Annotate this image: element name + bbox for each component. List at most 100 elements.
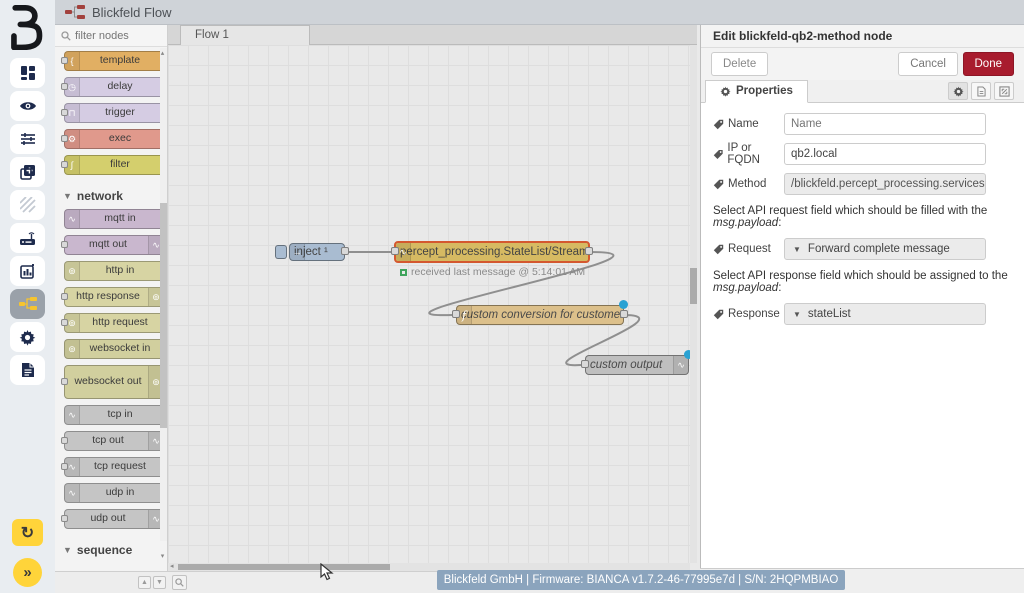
delete-button[interactable]: Delete xyxy=(711,52,768,76)
node-changed-indicator xyxy=(619,300,628,309)
chart-button[interactable] xyxy=(10,256,45,286)
edit-node-panel: Edit blickfeld-qb2-method node Delete Ca… xyxy=(700,25,1024,568)
device-button[interactable] xyxy=(10,223,45,253)
left-icon-rail: ↻ » xyxy=(0,0,55,593)
palette-node-udp-out[interactable]: ∿udp out xyxy=(64,509,160,529)
palette-collapse-up-button[interactable]: ▲ xyxy=(138,576,151,589)
palette-node-http-in[interactable]: ⊚http in xyxy=(64,261,160,281)
palette-scrollbar-thumb[interactable] xyxy=(160,203,167,428)
done-button[interactable]: Done xyxy=(963,52,1015,76)
palette-node-websocket-out[interactable]: ⊚websocket out xyxy=(64,365,160,399)
app-window: ↻ » Blickfeld Flow {template ◷delay ⊓trigg… xyxy=(0,0,1024,593)
vertical-scroll-thumb[interactable] xyxy=(690,268,697,304)
request-help-text: Select API request field which should be… xyxy=(713,205,1012,229)
node-input-port[interactable] xyxy=(452,310,460,318)
name-input[interactable] xyxy=(784,113,986,135)
node-output-port[interactable] xyxy=(341,247,349,255)
copy-plus-icon xyxy=(20,164,36,180)
flow-node-percept[interactable]: ∿percept_processing.StateList/Stream xyxy=(394,241,590,263)
canvas-vertical-scrollbar[interactable] xyxy=(690,45,697,563)
response-select[interactable]: ▼stateList xyxy=(784,303,986,325)
pattern-button[interactable] xyxy=(10,190,45,220)
tag-icon xyxy=(713,179,724,190)
palette-collapse-down-button[interactable]: ▼ xyxy=(153,576,166,589)
palette-node-mqtt-in[interactable]: ∿mqtt in xyxy=(64,209,160,229)
flow-node-out[interactable]: ∿custom output xyxy=(585,355,689,375)
flow-editor-button[interactable] xyxy=(10,289,45,319)
zoom-search-button[interactable] xyxy=(172,575,187,590)
app-title: Blickfeld Flow xyxy=(92,5,171,20)
node-input-port xyxy=(61,135,68,142)
palette-node-template[interactable]: {template xyxy=(64,51,160,71)
edit-panel-toolbar: Delete Cancel Done xyxy=(701,48,1024,80)
palette-node-trigger[interactable]: ⊓trigger xyxy=(64,103,160,123)
flow-node-conv[interactable]: fcustom conversion for customer xyxy=(456,305,624,325)
palette-node-tcp-out[interactable]: ∿tcp out xyxy=(64,431,160,451)
palette-node-filter[interactable]: ∫filter xyxy=(64,155,160,175)
doc-icon xyxy=(977,86,986,97)
expand-rail-button[interactable]: » xyxy=(13,558,42,587)
sync-button[interactable]: ↻ xyxy=(12,519,43,546)
workspace-tabbar: Flow 1 xyxy=(168,25,697,45)
response-row: Response ▼stateList xyxy=(713,303,1012,325)
node-type-icon: ∿ xyxy=(148,510,160,528)
palette-category-sequence[interactable]: ▼sequence xyxy=(55,535,160,563)
palette-node-tcp-request[interactable]: ∿tcp request xyxy=(64,457,160,477)
palette-node-http-request[interactable]: ⊚http request xyxy=(64,313,160,333)
dashboard-button[interactable] xyxy=(10,58,45,88)
palette-scroll-up-icon[interactable]: ▴ xyxy=(158,49,167,58)
node-type-icon: ⊚ xyxy=(148,288,160,306)
tune-button[interactable] xyxy=(10,124,45,154)
edit-panel-tabbar: Properties xyxy=(701,80,1024,103)
node-input-port[interactable] xyxy=(581,360,589,368)
node-input-port[interactable] xyxy=(391,247,399,255)
node-output-port[interactable] xyxy=(585,247,593,255)
node-input-port xyxy=(61,319,68,326)
node-palette: {template ◷delay ⊓trigger ⚙exec ∫filter ▼netw… xyxy=(55,25,168,571)
request-label: Request xyxy=(713,243,784,255)
scroll-left-icon[interactable]: ◂ xyxy=(170,563,174,571)
expand-icon xyxy=(999,86,1010,97)
tab-properties[interactable]: Properties xyxy=(705,80,808,103)
palette-node-tcp-in[interactable]: ∿tcp in xyxy=(64,405,160,425)
palette-node-http-response[interactable]: ⊚http response xyxy=(64,287,160,307)
flow-icon xyxy=(19,297,37,311)
inject-trigger-button[interactable] xyxy=(275,245,287,259)
duplicate-button[interactable] xyxy=(10,157,45,187)
tab-flow-1[interactable]: Flow 1 xyxy=(180,25,310,45)
palette-scrollbar[interactable] xyxy=(160,48,167,541)
flow-canvas[interactable]: →inject ¹ ∿percept_processing.StateList/S… xyxy=(168,45,690,563)
view-button[interactable] xyxy=(10,91,45,121)
node-input-port xyxy=(61,378,68,385)
palette-category-network[interactable]: ▼network xyxy=(55,181,160,209)
fqdn-label: IP or FQDN xyxy=(713,142,784,166)
palette-node-label: websocket out xyxy=(65,376,160,388)
fqdn-input[interactable] xyxy=(784,143,986,165)
method-label: Method xyxy=(713,178,784,190)
node-settings-button[interactable] xyxy=(948,82,968,100)
palette-search-input[interactable] xyxy=(75,30,155,42)
document-button[interactable] xyxy=(10,355,45,385)
status-dot-icon xyxy=(400,269,407,276)
node-input-port xyxy=(61,109,68,116)
node-output-port[interactable] xyxy=(620,310,628,318)
settings-button[interactable] xyxy=(10,322,45,352)
node-type-icon: ⊚ xyxy=(65,262,80,280)
palette-node-mqtt-out[interactable]: ∿mqtt out xyxy=(64,235,160,255)
palette-node-udp-in[interactable]: ∿udp in xyxy=(64,483,160,503)
cancel-button[interactable]: Cancel xyxy=(898,52,958,76)
horizontal-scroll-thumb[interactable] xyxy=(178,564,390,570)
palette-scroll-down-icon[interactable]: ▾ xyxy=(158,552,167,561)
palette-node-delay[interactable]: ◷delay xyxy=(64,77,160,97)
node-status-text: received last message @ 5:14:01 AM xyxy=(400,266,585,278)
node-type-icon: ∿ xyxy=(673,356,688,374)
palette-node-websocket-in[interactable]: ⊚websocket in xyxy=(64,339,160,359)
palette-node-exec[interactable]: ⚙exec xyxy=(64,129,160,149)
flow-node-inject[interactable]: →inject ¹ xyxy=(289,243,345,261)
palette-search[interactable] xyxy=(55,25,167,47)
request-select[interactable]: ▼Forward complete message xyxy=(784,238,986,260)
node-description-button[interactable] xyxy=(971,82,991,100)
blickfeld-logo xyxy=(6,4,50,50)
node-input-port xyxy=(61,437,68,444)
expand-panel-button[interactable] xyxy=(994,82,1014,100)
